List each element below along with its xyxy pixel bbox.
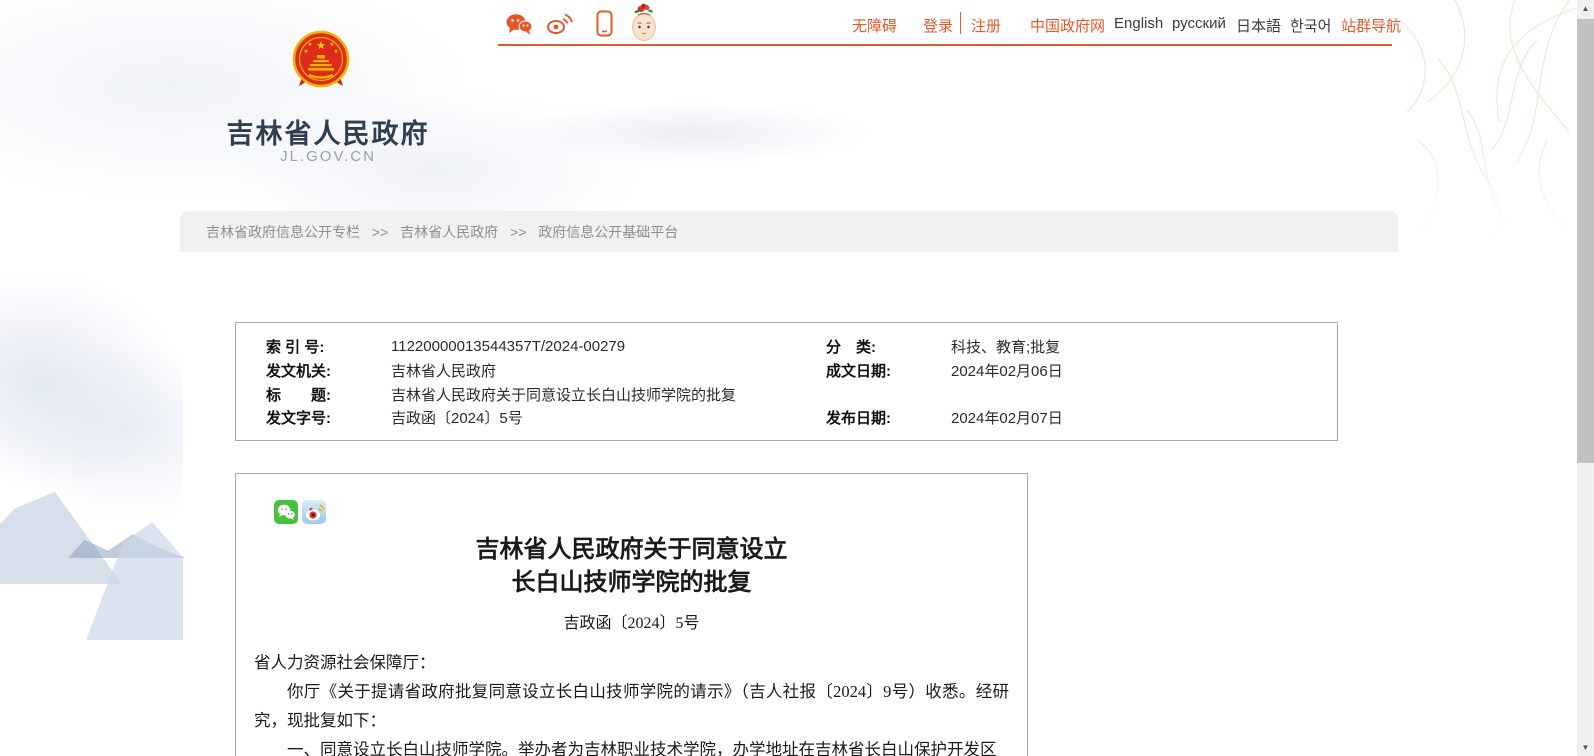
meta-date-written-label: 成文日期:	[826, 360, 951, 381]
meta-doc-no-value: 吉政函〔2024〕5号	[391, 407, 826, 428]
meta-date-written-value: 2024年02月06日	[951, 360, 1327, 381]
mountain-shape	[86, 522, 183, 640]
document-title-line1: 吉林省人民政府关于同意设立	[236, 534, 1027, 567]
topbar-divider	[960, 12, 961, 34]
share-weibo-icon[interactable]	[302, 500, 326, 524]
scrollbar-down-arrow[interactable]: ▼	[1577, 739, 1594, 756]
breadcrumb: 吉林省政府信息公开专栏 >> 吉林省人民政府 >> 政府信息公开基础平台	[180, 211, 1398, 252]
lang-russian-link[interactable]: русский	[1172, 15, 1226, 32]
document-paragraph: 省人力资源社会保障厅：	[254, 648, 1009, 677]
site-name: 吉林省人民政府	[182, 112, 474, 151]
document-meta-table: 索 引 号: 11220000013544357T/2024-00279 分 类…	[235, 322, 1338, 441]
lang-korean-link[interactable]: 한국어	[1290, 15, 1331, 36]
scrollbar-thumb[interactable]	[1577, 19, 1594, 463]
svg-text:★: ★	[334, 48, 339, 55]
meta-issuer-label: 发文机关:	[266, 360, 391, 381]
mountain-ridge-shape	[68, 532, 186, 558]
site-logo[interactable]: ★ ★ ★ ★ ★ 吉林省人民政府 JL.GOV.CN	[182, 30, 474, 175]
vertical-scrollbar[interactable]: ▲ ▼	[1577, 0, 1594, 756]
wechat-icon[interactable]	[505, 12, 533, 41]
meta-date-published-label: 发布日期:	[826, 407, 951, 428]
meta-index-value: 11220000013544357T/2024-00279	[391, 338, 826, 355]
document-paragraph: 你厅《关于提请省政府批复同意设立长白山技师学院的请示》（吉人社报〔2024〕9号…	[254, 677, 1009, 735]
site-domain: JL.GOV.CN	[182, 148, 474, 165]
register-link[interactable]: 注册	[971, 15, 1001, 36]
lang-japanese-link[interactable]: 日本語	[1236, 15, 1281, 36]
breadcrumb-separator: >>	[510, 224, 526, 240]
mascot-icon[interactable]	[629, 3, 659, 49]
mountain-shape	[0, 492, 122, 584]
meta-index-label: 索 引 号:	[266, 336, 391, 357]
share-buttons	[274, 500, 1027, 524]
meta-category-value: 科技、教育;批复	[951, 336, 1327, 357]
breadcrumb-separator: >>	[372, 224, 388, 240]
share-wechat-icon[interactable]	[274, 500, 298, 524]
breadcrumb-item-platform: 政府信息公开基础平台	[538, 224, 678, 240]
gov-cn-link[interactable]: 中国政府网	[1030, 15, 1105, 36]
lang-english-link[interactable]: English	[1114, 15, 1163, 32]
meta-doc-no-label: 发文字号:	[266, 407, 391, 428]
scrollbar-up-arrow[interactable]: ▲	[1577, 0, 1594, 17]
meta-issuer-value: 吉林省人民政府	[391, 360, 826, 381]
meta-date-published-value: 2024年02月07日	[951, 407, 1327, 428]
svg-text:★: ★	[308, 41, 313, 48]
document-title-line2: 长白山技师学院的批复	[236, 567, 1027, 600]
svg-text:★: ★	[316, 40, 326, 52]
document-title: 吉林省人民政府关于同意设立 长白山技师学院的批复	[236, 534, 1027, 600]
document-content-box: 吉林省人民政府关于同意设立 长白山技师学院的批复 吉政函〔2024〕5号 省人力…	[235, 473, 1028, 756]
site-nav-link[interactable]: 站群导航	[1341, 15, 1401, 36]
weibo-icon[interactable]	[546, 12, 574, 41]
accessibility-link[interactable]: 无障碍	[852, 15, 897, 36]
document-body: 省人力资源社会保障厅： 你厅《关于提请省政府批复同意设立长白山技师学院的请示》（…	[254, 648, 1009, 756]
login-link[interactable]: 登录	[923, 15, 953, 36]
breadcrumb-item-info-disclosure[interactable]: 吉林省政府信息公开专栏	[206, 224, 360, 240]
svg-text:★: ★	[330, 41, 335, 48]
meta-category-label: 分 类:	[826, 336, 951, 357]
document-paragraph: 一、同意设立长白山技师学院。举办者为吉林职业技术学院，办学地址在吉林省长白山保护…	[254, 735, 1009, 756]
svg-text:★: ★	[304, 48, 309, 55]
document-number: 吉政函〔2024〕5号	[236, 609, 1027, 633]
meta-title-value: 吉林省人民政府关于同意设立长白山技师学院的批复	[391, 384, 826, 405]
national-emblem-icon: ★ ★ ★ ★ ★	[289, 30, 353, 97]
topbar-underline	[498, 44, 1392, 46]
breadcrumb-item-government[interactable]: 吉林省人民政府	[400, 224, 498, 240]
watercolor-background-left	[0, 180, 183, 540]
mobile-icon[interactable]	[596, 10, 613, 42]
meta-title-label: 标 题:	[266, 384, 391, 405]
